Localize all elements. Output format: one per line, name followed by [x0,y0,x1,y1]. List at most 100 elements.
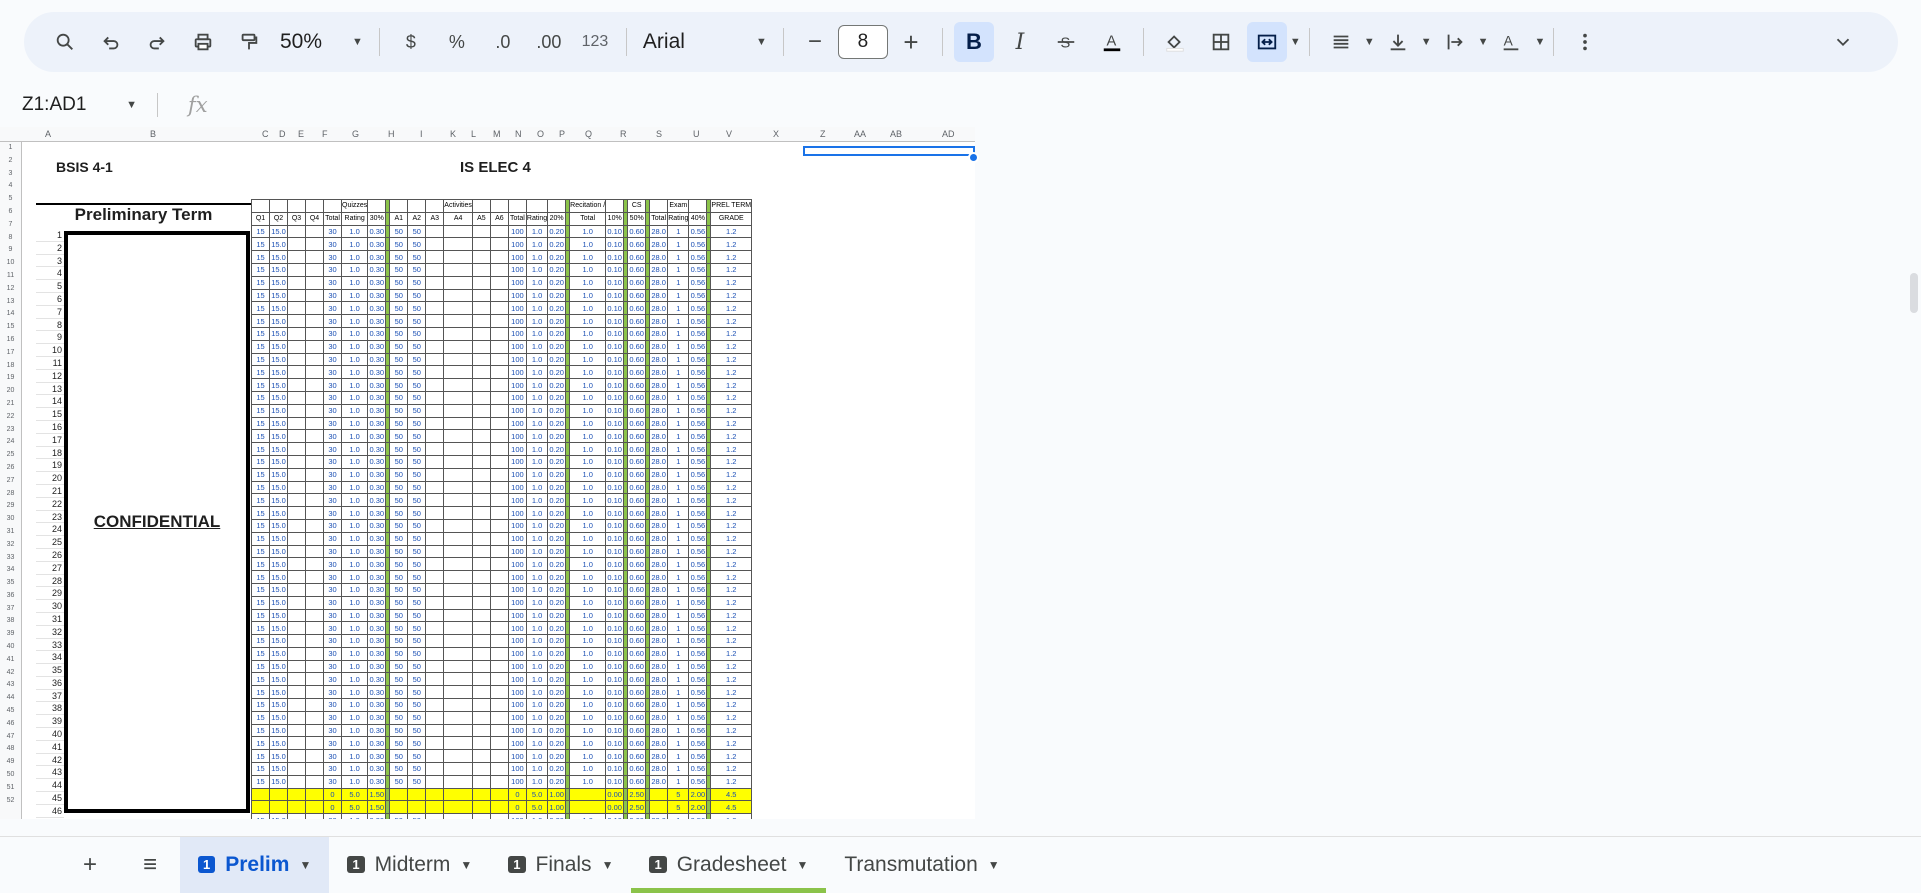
table-row[interactable]: 1515.0301.00.3050501001.00.201.00.100.60… [251,659,753,674]
cell[interactable]: 50 [389,544,409,559]
cell[interactable] [489,429,509,444]
cell[interactable] [471,698,491,712]
search-icon[interactable] [45,22,85,62]
cell[interactable] [471,378,491,392]
cell[interactable]: 0.56 [688,582,708,597]
cell[interactable] [305,314,324,328]
cell[interactable]: 1 [667,557,690,572]
horizontal-align-icon[interactable] [1321,22,1361,62]
cell[interactable]: 1.0 [569,467,607,482]
cell[interactable] [305,800,324,815]
cell[interactable]: 0.60 [627,275,647,290]
cell[interactable] [425,275,445,290]
cell[interactable]: 1.2 [710,339,753,354]
cell[interactable]: 1 [667,710,690,725]
cell[interactable]: 0.60 [627,659,647,674]
cell[interactable]: 1 [667,339,690,354]
cell[interactable]: 15.0 [269,429,288,444]
cell[interactable]: 1.0 [525,672,549,687]
cell[interactable]: 1 [667,506,690,520]
cell[interactable]: 15.0 [269,736,288,751]
cell[interactable]: 1.2 [710,288,753,303]
cell[interactable]: A1 [389,211,409,226]
cell[interactable]: 15.0 [269,749,288,764]
cell[interactable]: 0.56 [688,762,708,776]
cell[interactable]: 0.10 [605,621,625,636]
cell[interactable]: 0.10 [605,326,625,341]
cell[interactable]: 0.20 [547,685,567,700]
cell[interactable]: 100 [507,608,527,623]
cell[interactable] [489,685,509,700]
cell[interactable]: 1.2 [710,390,753,405]
cell[interactable] [471,762,491,776]
cell[interactable]: 1.2 [710,659,753,674]
cell[interactable]: 0.60 [627,352,647,367]
cell[interactable] [425,685,445,700]
cell[interactable]: 15 [251,454,270,469]
cell[interactable]: 0.56 [688,557,708,572]
cell[interactable]: 50 [407,646,427,661]
cell[interactable]: 0.60 [627,250,647,264]
cell[interactable] [287,365,306,380]
cell[interactable] [305,224,324,239]
cell[interactable] [425,813,445,819]
cell[interactable]: 1 [667,390,690,405]
cell[interactable]: 0.60 [627,506,647,520]
cell[interactable]: 15.0 [269,250,288,264]
cell[interactable]: 0.20 [547,262,567,277]
cell[interactable] [305,608,324,623]
cell[interactable]: 0.20 [547,429,567,444]
column-header[interactable]: A [45,129,51,139]
cell[interactable] [305,621,324,636]
cell[interactable]: 28.0 [649,314,669,328]
cell[interactable]: 0.20 [547,698,567,712]
cell[interactable]: 100 [507,288,527,303]
cell[interactable]: 0.20 [547,480,567,495]
cell[interactable]: 1.0 [340,685,369,700]
cell[interactable]: 0.60 [627,493,647,508]
cell[interactable]: 1.2 [710,762,753,776]
table-row[interactable]: 1515.0301.00.3050501001.00.201.00.100.60… [251,531,753,546]
cell[interactable]: 15 [251,685,270,700]
cell[interactable]: 15.0 [269,365,288,380]
cell[interactable] [425,774,445,789]
table-row[interactable]: 0 5.0 1.50 0 5.0 1.00 0.00 2.50 5 2.00 4.5 [251,800,753,815]
cell[interactable]: 0.30 [367,454,387,469]
column-header[interactable]: I [420,129,423,139]
column-header[interactable]: L [471,129,476,139]
cell[interactable]: 0.60 [627,518,647,533]
cell[interactable] [425,454,445,469]
cell[interactable]: 1 [667,685,690,700]
cell[interactable]: 50 [389,390,409,405]
cell[interactable]: 1 [667,813,690,819]
cell[interactable]: 50 [389,224,409,239]
chevron-down-icon[interactable]: ▼ [1478,36,1489,48]
cell[interactable]: 30 [323,275,342,290]
cell[interactable]: 0.30 [367,813,387,819]
cell[interactable]: 1 [667,365,690,380]
cell[interactable]: 15 [251,557,270,572]
cell[interactable] [287,544,306,559]
cell[interactable]: 0.56 [688,262,708,277]
cell[interactable]: 1.2 [710,275,753,290]
cell[interactable] [443,672,473,687]
cell[interactable] [425,557,445,572]
cell[interactable]: 50 [407,774,427,789]
cell[interactable]: 1 [667,493,690,508]
cell[interactable]: 0.56 [688,326,708,341]
cell[interactable]: 0.56 [688,275,708,290]
row-header[interactable]: 33 [0,552,21,565]
cell[interactable]: 5 [667,787,690,802]
table-row[interactable]: 1515.0301.00.3050501001.00.201.00.100.60… [251,262,753,277]
cell[interactable]: 100 [507,506,527,520]
cell[interactable]: 1 [667,288,690,303]
cell[interactable]: 15.0 [269,608,288,623]
cell[interactable] [443,250,473,264]
cell[interactable]: A2 [407,211,427,226]
row-header[interactable]: 37 [0,603,21,616]
cell[interactable]: 1 [667,237,690,252]
cell[interactable]: 50 [389,634,409,648]
row-header[interactable]: 29 [0,500,21,513]
cell[interactable]: 15 [251,774,270,789]
cell[interactable]: 0.56 [688,621,708,636]
